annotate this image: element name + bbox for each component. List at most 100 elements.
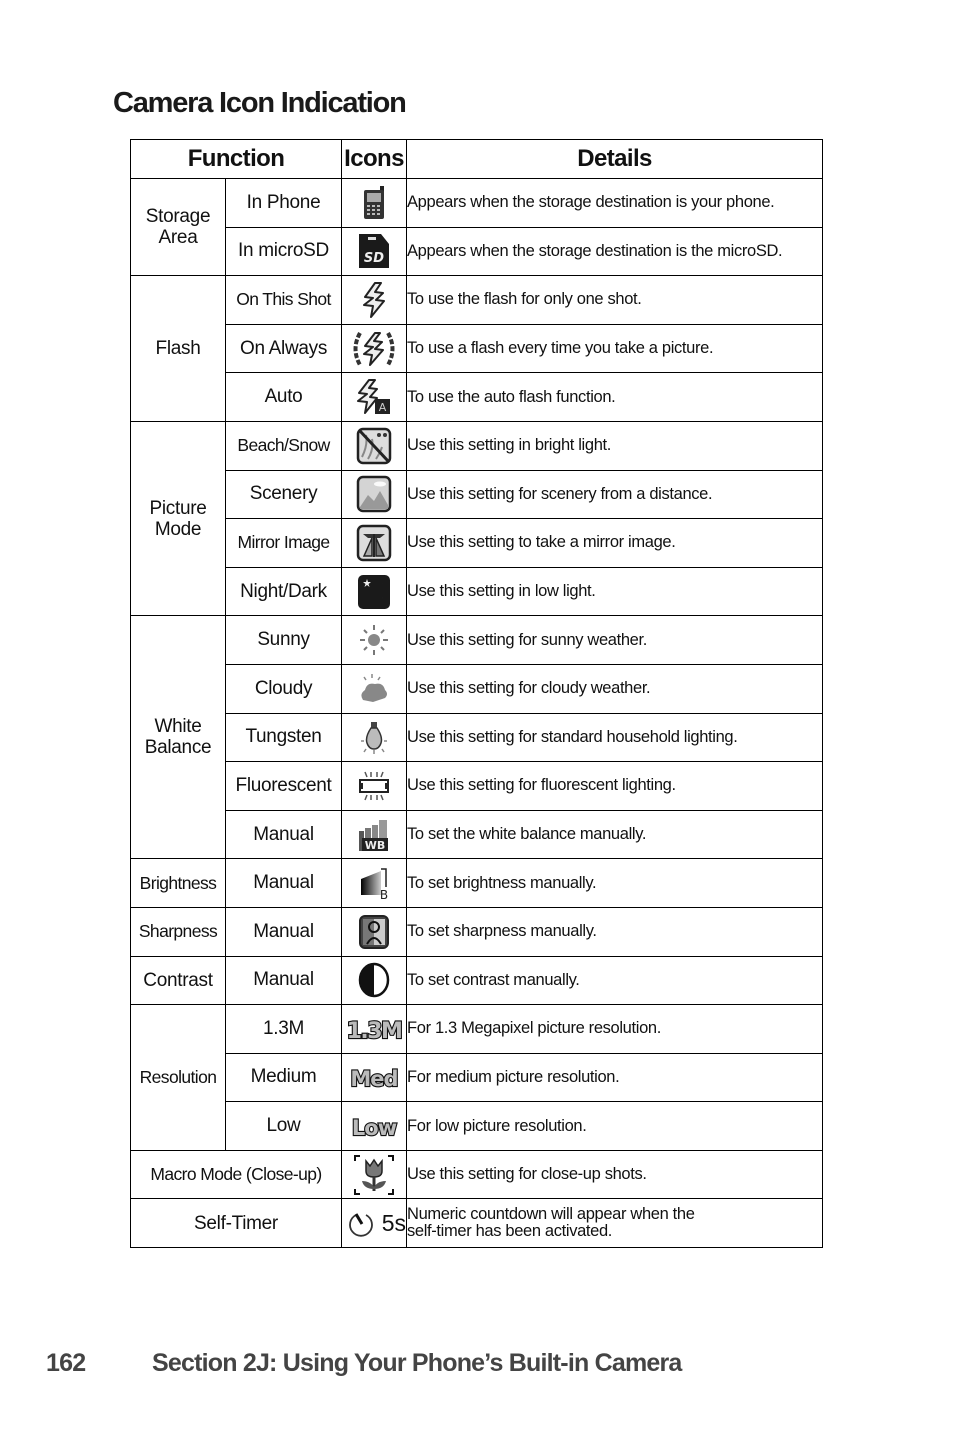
icon-cell: WB (341, 809, 408, 860)
details-text: To use the flash for only one shot. (406, 275, 824, 325)
setting-label: Mirror Image (224, 518, 343, 568)
setting-label: Manual (224, 955, 343, 1006)
table-row: Auto A To use the auto flash function. (131, 372, 824, 422)
icon-cell: 1.3M (341, 1004, 408, 1054)
category-white-balance: White Balance (130, 615, 226, 860)
camera-icon-table: Function Icons Details Storage Area In P… (129, 139, 824, 1249)
icon-cell: A (341, 372, 408, 422)
category-contrast: Contrast (130, 955, 226, 1006)
microsd-card-icon: SD (359, 234, 390, 269)
icon-cell (341, 712, 408, 763)
setting-label: Manual (224, 858, 343, 908)
fluorescent-tube-icon (359, 771, 390, 801)
svg-text:Low: Low (352, 1116, 397, 1140)
category-flash: Flash (130, 275, 226, 422)
table-row: Scenery Use this setting for scenery fro… (131, 469, 824, 520)
table-row: Self-Timer 5s Numeric countdown will app… (129, 1198, 824, 1249)
macro-tulip-icon (354, 1154, 395, 1195)
page-title: Camera Icon Indication (113, 87, 407, 119)
icon-cell (341, 420, 408, 471)
setting-label: Manual (224, 906, 343, 957)
icon-cell (341, 955, 408, 1006)
icon-cell (341, 275, 408, 325)
icon-cell (341, 518, 408, 568)
table-row: Medium Med For medium picture resolution… (131, 1052, 824, 1103)
resolution-medium-icon: Med (349, 1066, 399, 1092)
setting-label: Cloudy (224, 663, 343, 714)
table-row: Resolution 1.3M 1.3M For 1.3 Megapixel p… (130, 1004, 824, 1151)
setting-label: In microSD (224, 226, 343, 277)
icon-cell: SD (341, 226, 408, 277)
white-balance-manual-icon: WB (359, 819, 389, 852)
table-row: Night/Dark Use this setting in low light… (131, 566, 824, 617)
details-text: To set the white balance manually. (406, 809, 824, 860)
resolution-low-icon: Low (351, 1115, 399, 1141)
table-header-row: Function Icons Details (129, 139, 824, 179)
icon-cell: Med (341, 1052, 408, 1103)
details-text: For medium picture resolution. (406, 1052, 824, 1103)
setting-label: On Always (224, 323, 343, 374)
table-row: Picture Mode Beach/Snow Use this setting… (130, 420, 824, 617)
svg-text:A: A (379, 401, 387, 414)
details-text: Use this setting for fluorescent lightin… (406, 761, 824, 811)
table-row: Flash On This Shot To use the flash for … (130, 275, 824, 422)
setting-label: 1.3M (224, 1004, 343, 1054)
details-text: To use the auto flash function. (406, 372, 824, 422)
table-row: Sharpness Manual To set sharpness manual… (130, 906, 824, 957)
svg-text:B: B (380, 888, 388, 901)
light-bulb-icon (361, 722, 388, 755)
setting-label: Low (224, 1101, 343, 1151)
setting-label: Tungsten (224, 712, 343, 763)
header-icons: Icons (341, 139, 408, 179)
phone-icon (364, 185, 385, 219)
setting-label: Fluorescent (224, 761, 343, 811)
sharpness-icon (359, 914, 390, 949)
table-row: On Always To use a flash every time you … (131, 323, 824, 374)
section-title: Section 2J: Using Your Phone’s Built-in … (152, 1349, 682, 1377)
mirror-image-icon (356, 524, 392, 562)
setting-label: Scenery (224, 469, 343, 520)
icon-cell: 5s (341, 1198, 408, 1249)
details-text: Use this setting to take a mirror image. (406, 518, 824, 568)
category-sharpness: Sharpness (130, 906, 226, 957)
table-row: Brightness Manual B To set brightness ma… (130, 858, 824, 908)
setting-label: Sunny (224, 615, 343, 665)
table-row: Mirror Image Use this setting to take a … (131, 518, 824, 568)
details-line-2: self-timer has been activated. (407, 1222, 613, 1241)
table-row: Macro Mode (Close-up) Use this setting f… (129, 1149, 824, 1200)
header-details: Details (406, 139, 824, 179)
table-row: In microSD SD Appears when the storage d… (131, 226, 824, 277)
details-text: To set brightness manually. (406, 858, 824, 908)
setting-label: Auto (224, 372, 343, 422)
table-row: Contrast Manual To set contrast manually… (130, 955, 824, 1006)
details-text: For low picture resolution. (406, 1101, 824, 1151)
table-row: White Balance Sunny Use this setting for… (130, 615, 824, 860)
svg-text:1.3M: 1.3M (347, 1019, 402, 1044)
table-row: Low Low For low picture resolution. (131, 1101, 824, 1151)
icon-cell (341, 906, 408, 957)
details-text: Use this setting in bright light. (406, 420, 824, 471)
icon-cell (341, 615, 408, 665)
setting-label: On This Shot (224, 275, 343, 325)
icon-cell (341, 469, 408, 520)
table-row: Fluorescent Use this setting for fluores… (131, 761, 824, 811)
svg-text:SD: SD (364, 251, 384, 266)
page-number: 162 (46, 1349, 86, 1377)
details-text: Numeric countdown will appear when the s… (406, 1198, 824, 1249)
sun-icon (360, 625, 389, 656)
icon-cell (341, 663, 408, 714)
details-text: For 1.3 Megapixel picture resolution. (406, 1004, 824, 1054)
icon-cell: Low (341, 1101, 408, 1151)
category-self-timer: Self-Timer (129, 1198, 343, 1249)
icon-cell (341, 1149, 408, 1200)
self-timer-countdown: 5s (381, 1209, 406, 1236)
details-text: Use this setting for cloudy weather. (406, 663, 824, 714)
beach-snow-icon (356, 427, 392, 465)
setting-label: Medium (224, 1052, 343, 1103)
icon-cell: B (341, 858, 408, 908)
contrast-icon (358, 963, 390, 998)
details-text: Appears when the storage destination is … (406, 226, 824, 277)
setting-label: Beach/Snow (224, 420, 343, 471)
details-text: Use this setting for close-up shots. (406, 1149, 824, 1200)
icon-cell (341, 566, 408, 617)
